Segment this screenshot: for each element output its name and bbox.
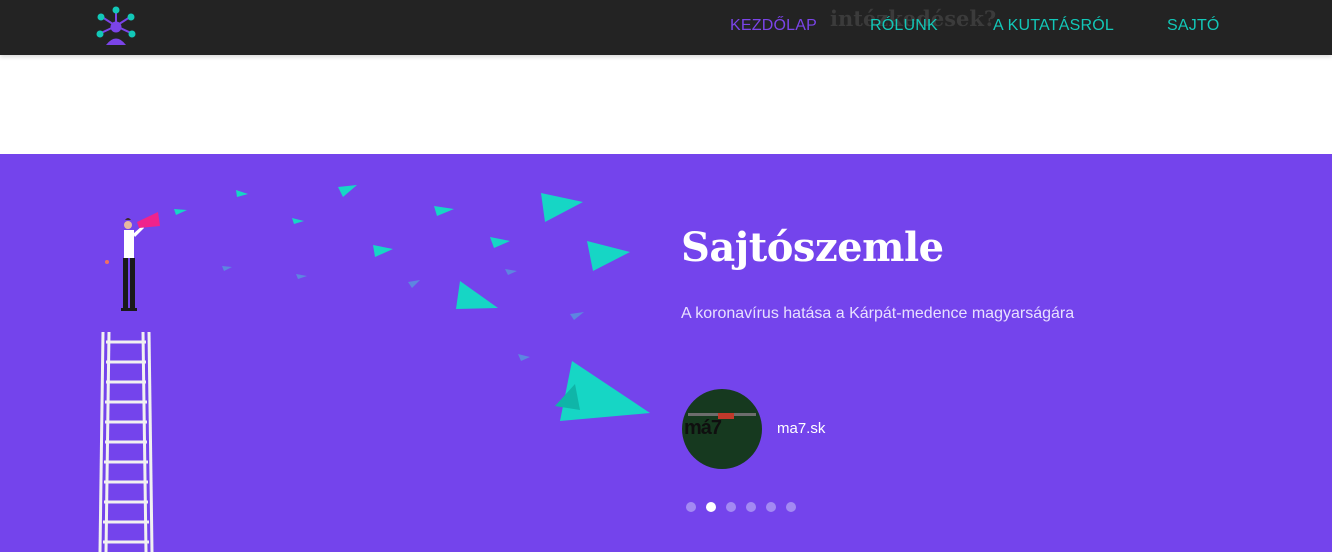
slider-dot-4[interactable]: [746, 502, 756, 512]
slider-dot-3[interactable]: [726, 502, 736, 512]
paper-plane-icons: [174, 185, 650, 421]
slider-dot-5[interactable]: [766, 502, 776, 512]
ma7-source-logo[interactable]: má7: [682, 389, 762, 469]
slider-dot-1[interactable]: [686, 502, 696, 512]
person-icon: [121, 218, 144, 311]
logo-wordmark: má7: [684, 417, 722, 439]
press-hero-section: Sajtószemle A koronavírus hatása a Kárpá…: [0, 154, 1332, 552]
megaphone-paper-planes-illustration: [98, 185, 650, 552]
nav-link-press[interactable]: SAJTÓ: [1167, 17, 1220, 35]
nav-link-research[interactable]: A KUTATÁSRÓL: [993, 17, 1114, 35]
source-name-link[interactable]: ma7.sk: [777, 420, 825, 437]
top-navbar: intézkedések? KEZDŐLAP RÓLUNK A KUTATÁSR…: [0, 0, 1332, 55]
nav-link-about[interactable]: RÓLUNK: [870, 17, 938, 35]
slider-dot-6[interactable]: [786, 502, 796, 512]
page-title: Sajtószemle: [681, 224, 944, 271]
small-plane-icons: [222, 266, 584, 361]
slider-dot-2[interactable]: [706, 502, 716, 512]
ladder-icon: [98, 331, 154, 552]
nav-link-home[interactable]: KEZDŐLAP: [730, 17, 817, 35]
megaphone-icon: [137, 212, 160, 228]
article-title-link[interactable]: A koronavírus hatása a Kárpát-medence ma…: [681, 305, 1074, 323]
network-logo-icon[interactable]: [95, 6, 137, 48]
